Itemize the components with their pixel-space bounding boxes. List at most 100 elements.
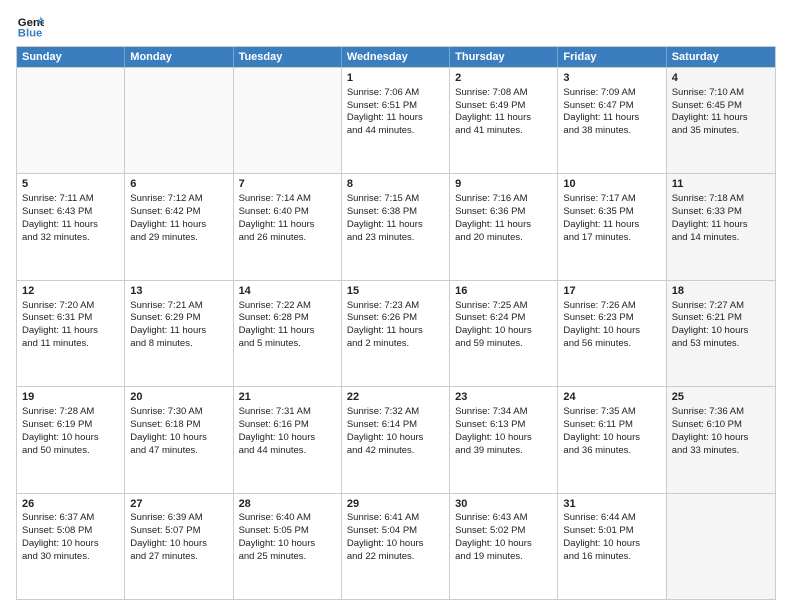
- calendar-row-3: 12Sunrise: 7:20 AM Sunset: 6:31 PM Dayli…: [17, 280, 775, 386]
- svg-text:Blue: Blue: [18, 28, 43, 40]
- calendar-day-28: 28Sunrise: 6:40 AM Sunset: 5:05 PM Dayli…: [234, 494, 342, 599]
- day-number: 1: [347, 71, 444, 86]
- page: General Blue SundayMondayTuesdayWednesda…: [0, 0, 792, 612]
- calendar-day-4: 4Sunrise: 7:10 AM Sunset: 6:45 PM Daylig…: [667, 68, 775, 173]
- day-number: 19: [22, 390, 119, 405]
- calendar-day-20: 20Sunrise: 7:30 AM Sunset: 6:18 PM Dayli…: [125, 387, 233, 492]
- calendar-day-10: 10Sunrise: 7:17 AM Sunset: 6:35 PM Dayli…: [558, 174, 666, 279]
- day-info: Sunrise: 7:25 AM Sunset: 6:24 PM Dayligh…: [455, 300, 532, 349]
- day-info: Sunrise: 6:43 AM Sunset: 5:02 PM Dayligh…: [455, 512, 532, 561]
- calendar-day-23: 23Sunrise: 7:34 AM Sunset: 6:13 PM Dayli…: [450, 387, 558, 492]
- calendar-day-13: 13Sunrise: 7:21 AM Sunset: 6:29 PM Dayli…: [125, 281, 233, 386]
- calendar-day-22: 22Sunrise: 7:32 AM Sunset: 6:14 PM Dayli…: [342, 387, 450, 492]
- day-number: 14: [239, 284, 336, 299]
- day-info: Sunrise: 6:39 AM Sunset: 5:07 PM Dayligh…: [130, 512, 207, 561]
- calendar-empty-cell: [234, 68, 342, 173]
- calendar-day-8: 8Sunrise: 7:15 AM Sunset: 6:38 PM Daylig…: [342, 174, 450, 279]
- calendar-day-7: 7Sunrise: 7:14 AM Sunset: 6:40 PM Daylig…: [234, 174, 342, 279]
- day-number: 18: [672, 284, 770, 299]
- day-info: Sunrise: 7:08 AM Sunset: 6:49 PM Dayligh…: [455, 87, 531, 136]
- calendar-day-21: 21Sunrise: 7:31 AM Sunset: 6:16 PM Dayli…: [234, 387, 342, 492]
- day-info: Sunrise: 7:12 AM Sunset: 6:42 PM Dayligh…: [130, 193, 206, 242]
- calendar-row-1: 1Sunrise: 7:06 AM Sunset: 6:51 PM Daylig…: [17, 67, 775, 173]
- day-number: 13: [130, 284, 227, 299]
- calendar-day-29: 29Sunrise: 6:41 AM Sunset: 5:04 PM Dayli…: [342, 494, 450, 599]
- calendar-day-17: 17Sunrise: 7:26 AM Sunset: 6:23 PM Dayli…: [558, 281, 666, 386]
- day-number: 5: [22, 177, 119, 192]
- day-number: 15: [347, 284, 444, 299]
- day-number: 17: [563, 284, 660, 299]
- day-info: Sunrise: 7:34 AM Sunset: 6:13 PM Dayligh…: [455, 406, 532, 455]
- calendar-day-9: 9Sunrise: 7:16 AM Sunset: 6:36 PM Daylig…: [450, 174, 558, 279]
- day-info: Sunrise: 7:36 AM Sunset: 6:10 PM Dayligh…: [672, 406, 749, 455]
- day-info: Sunrise: 7:15 AM Sunset: 6:38 PM Dayligh…: [347, 193, 423, 242]
- calendar-empty-cell: [667, 494, 775, 599]
- day-number: 3: [563, 71, 660, 86]
- day-number: 30: [455, 497, 552, 512]
- day-number: 2: [455, 71, 552, 86]
- day-info: Sunrise: 7:18 AM Sunset: 6:33 PM Dayligh…: [672, 193, 748, 242]
- calendar-row-4: 19Sunrise: 7:28 AM Sunset: 6:19 PM Dayli…: [17, 386, 775, 492]
- day-info: Sunrise: 7:10 AM Sunset: 6:45 PM Dayligh…: [672, 87, 748, 136]
- day-info: Sunrise: 7:30 AM Sunset: 6:18 PM Dayligh…: [130, 406, 207, 455]
- day-number: 11: [672, 177, 770, 192]
- calendar-day-25: 25Sunrise: 7:36 AM Sunset: 6:10 PM Dayli…: [667, 387, 775, 492]
- day-header-friday: Friday: [558, 47, 666, 67]
- calendar-day-24: 24Sunrise: 7:35 AM Sunset: 6:11 PM Dayli…: [558, 387, 666, 492]
- calendar-day-19: 19Sunrise: 7:28 AM Sunset: 6:19 PM Dayli…: [17, 387, 125, 492]
- day-number: 28: [239, 497, 336, 512]
- day-number: 22: [347, 390, 444, 405]
- day-info: Sunrise: 7:23 AM Sunset: 6:26 PM Dayligh…: [347, 300, 423, 349]
- day-info: Sunrise: 7:32 AM Sunset: 6:14 PM Dayligh…: [347, 406, 424, 455]
- day-info: Sunrise: 6:37 AM Sunset: 5:08 PM Dayligh…: [22, 512, 99, 561]
- header: General Blue: [16, 12, 776, 40]
- day-info: Sunrise: 7:35 AM Sunset: 6:11 PM Dayligh…: [563, 406, 640, 455]
- calendar-day-2: 2Sunrise: 7:08 AM Sunset: 6:49 PM Daylig…: [450, 68, 558, 173]
- day-header-monday: Monday: [125, 47, 233, 67]
- day-header-wednesday: Wednesday: [342, 47, 450, 67]
- day-info: Sunrise: 7:06 AM Sunset: 6:51 PM Dayligh…: [347, 87, 423, 136]
- day-info: Sunrise: 7:31 AM Sunset: 6:16 PM Dayligh…: [239, 406, 316, 455]
- day-info: Sunrise: 7:26 AM Sunset: 6:23 PM Dayligh…: [563, 300, 640, 349]
- calendar-day-31: 31Sunrise: 6:44 AM Sunset: 5:01 PM Dayli…: [558, 494, 666, 599]
- calendar-day-6: 6Sunrise: 7:12 AM Sunset: 6:42 PM Daylig…: [125, 174, 233, 279]
- day-number: 4: [672, 71, 770, 86]
- day-info: Sunrise: 6:40 AM Sunset: 5:05 PM Dayligh…: [239, 512, 316, 561]
- day-info: Sunrise: 7:14 AM Sunset: 6:40 PM Dayligh…: [239, 193, 315, 242]
- day-info: Sunrise: 6:41 AM Sunset: 5:04 PM Dayligh…: [347, 512, 424, 561]
- calendar-body: 1Sunrise: 7:06 AM Sunset: 6:51 PM Daylig…: [17, 67, 775, 599]
- calendar-day-18: 18Sunrise: 7:27 AM Sunset: 6:21 PM Dayli…: [667, 281, 775, 386]
- day-info: Sunrise: 7:16 AM Sunset: 6:36 PM Dayligh…: [455, 193, 531, 242]
- logo-icon: General Blue: [16, 12, 44, 40]
- day-number: 25: [672, 390, 770, 405]
- day-number: 20: [130, 390, 227, 405]
- day-header-sunday: Sunday: [17, 47, 125, 67]
- calendar-day-11: 11Sunrise: 7:18 AM Sunset: 6:33 PM Dayli…: [667, 174, 775, 279]
- day-number: 9: [455, 177, 552, 192]
- day-info: Sunrise: 7:17 AM Sunset: 6:35 PM Dayligh…: [563, 193, 639, 242]
- day-number: 8: [347, 177, 444, 192]
- day-number: 6: [130, 177, 227, 192]
- day-number: 10: [563, 177, 660, 192]
- day-header-saturday: Saturday: [667, 47, 775, 67]
- calendar-header-row: SundayMondayTuesdayWednesdayThursdayFrid…: [17, 47, 775, 67]
- calendar-empty-cell: [17, 68, 125, 173]
- day-number: 23: [455, 390, 552, 405]
- calendar-day-5: 5Sunrise: 7:11 AM Sunset: 6:43 PM Daylig…: [17, 174, 125, 279]
- day-number: 16: [455, 284, 552, 299]
- day-info: Sunrise: 7:09 AM Sunset: 6:47 PM Dayligh…: [563, 87, 639, 136]
- logo: General Blue: [16, 12, 48, 40]
- day-info: Sunrise: 7:20 AM Sunset: 6:31 PM Dayligh…: [22, 300, 98, 349]
- day-number: 24: [563, 390, 660, 405]
- day-info: Sunrise: 7:28 AM Sunset: 6:19 PM Dayligh…: [22, 406, 99, 455]
- day-header-tuesday: Tuesday: [234, 47, 342, 67]
- day-info: Sunrise: 7:11 AM Sunset: 6:43 PM Dayligh…: [22, 193, 98, 242]
- calendar-row-2: 5Sunrise: 7:11 AM Sunset: 6:43 PM Daylig…: [17, 173, 775, 279]
- day-number: 27: [130, 497, 227, 512]
- calendar-day-14: 14Sunrise: 7:22 AM Sunset: 6:28 PM Dayli…: [234, 281, 342, 386]
- day-number: 26: [22, 497, 119, 512]
- day-number: 29: [347, 497, 444, 512]
- calendar: SundayMondayTuesdayWednesdayThursdayFrid…: [16, 46, 776, 600]
- calendar-row-5: 26Sunrise: 6:37 AM Sunset: 5:08 PM Dayli…: [17, 493, 775, 599]
- day-info: Sunrise: 7:22 AM Sunset: 6:28 PM Dayligh…: [239, 300, 315, 349]
